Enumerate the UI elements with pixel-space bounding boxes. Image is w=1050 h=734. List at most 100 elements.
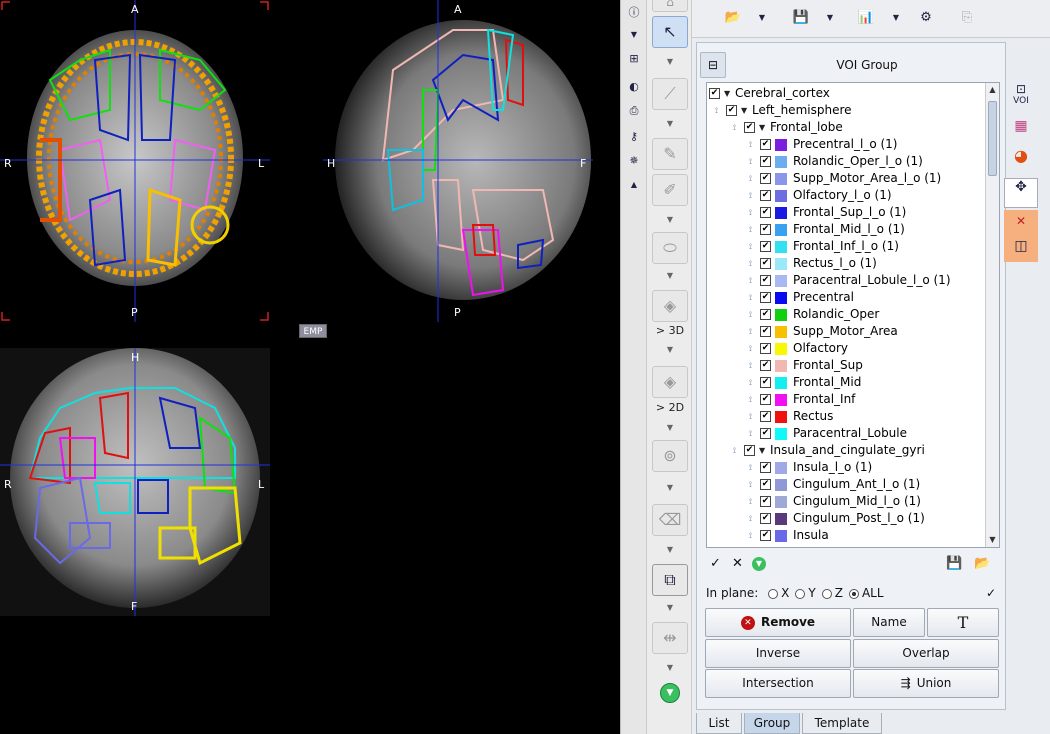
open-folder-icon[interactable]: 📂	[722, 8, 744, 28]
tree-voi-row[interactable]: ⟟ ✔ Olfactory	[749, 340, 848, 357]
expand-icon[interactable]: ▼	[752, 557, 766, 571]
tree-group-row[interactable]: ⟟ ✔ ▼ Left_hemisphere	[715, 102, 852, 119]
dropdown-arrow-icon[interactable]: ▼	[625, 26, 643, 44]
move-voi-icon[interactable]: ✥	[1004, 178, 1038, 208]
tree-voi-row[interactable]: ⟟ ✔ Frontal_Mid_l_o (1)	[749, 221, 905, 238]
eraser-options-arrow-icon[interactable]: ▼	[665, 546, 675, 554]
tab-list[interactable]: List	[696, 713, 742, 734]
plane-radio-z[interactable]: Z	[816, 586, 843, 600]
expand-down-icon[interactable]: ▼	[660, 683, 680, 703]
select-pointer-button[interactable]: ↖	[652, 16, 688, 48]
tree-checkbox[interactable]: ✔	[760, 258, 771, 269]
tree-checkbox[interactable]: ✔	[760, 326, 771, 337]
plane-radio-all[interactable]: ALL	[843, 586, 884, 600]
voi-tree[interactable]: ✔ ▼ Cerebral_cortex ⟟ ✔ ▼ Left_hemisphere ⟟ ✔ ▼ Fr…	[706, 82, 1000, 548]
plane-radio-y[interactable]: Y	[789, 586, 816, 600]
tree-checkbox[interactable]: ✔	[760, 139, 771, 150]
tree-checkbox[interactable]: ✔	[760, 156, 771, 167]
vertex-edit-button[interactable]: ⟋	[652, 78, 688, 110]
tree-checkbox[interactable]: ✔	[744, 122, 755, 133]
eraser-tool-button[interactable]: ⌫	[652, 504, 688, 536]
collapse-triangle-icon[interactable]: ▼	[724, 85, 733, 102]
group-hierarchy-icon[interactable]: ⊟	[700, 52, 726, 78]
tree-checkbox[interactable]: ✔	[760, 207, 771, 218]
tree-checkbox[interactable]: ✔	[760, 224, 771, 235]
tree-voi-row[interactable]: ⟟ ✔ Paracentral_Lobule	[749, 425, 907, 442]
tree-voi-row[interactable]: ⟟ ✔ Frontal_Inf_l_o (1)	[749, 238, 899, 255]
tree-voi-row[interactable]: ⟟ ✔ Precentral_l_o (1)	[749, 136, 897, 153]
color-wheel-icon[interactable]: ◕	[1004, 146, 1038, 176]
region-grow-button[interactable]: ⊚	[652, 440, 688, 472]
scroll-up-arrow-icon[interactable]: ▲	[986, 83, 999, 97]
tree-group-row[interactable]: ⟟ ✔ ▼ Frontal_lobe	[733, 119, 843, 136]
iso-3d-button[interactable]: ◈	[652, 290, 688, 322]
union-button[interactable]: ⇶ Union	[853, 669, 999, 698]
tree-group-row[interactable]: ⟟ ✔ ▼ Insula_and_cingulate_gyri	[733, 442, 925, 459]
brush-options-arrow-icon[interactable]: ▼	[665, 216, 675, 224]
tree-voi-row[interactable]: ⟟ ✔ Rectus_l_o (1)	[749, 255, 877, 272]
pipeline-icon[interactable]: ⚙	[914, 8, 938, 28]
coronal-view[interactable]: H F R L	[0, 348, 270, 616]
iso-3d-options-arrow-icon[interactable]: ▼	[665, 346, 675, 354]
tree-checkbox[interactable]: ✔	[726, 105, 737, 116]
tree-checkbox[interactable]: ✔	[760, 343, 771, 354]
tree-checkbox[interactable]: ✔	[760, 173, 771, 184]
tree-checkbox[interactable]: ✔	[760, 513, 771, 524]
region-grow-options-arrow-icon[interactable]: ▼	[665, 484, 675, 492]
delete-voi-icon[interactable]: ✕	[1004, 210, 1038, 232]
colormap-icon[interactable]: ▦	[1004, 118, 1038, 148]
tree-checkbox[interactable]: ✔	[760, 275, 771, 286]
load-group-icon[interactable]: 📂	[974, 556, 990, 571]
text-button[interactable]: T	[927, 608, 999, 637]
tree-voi-row[interactable]: ⟟ ✔ Frontal_Sup	[749, 357, 863, 374]
tree-voi-row[interactable]: ⟟ ✔ Cingulum_Mid_l_o (1)	[749, 493, 921, 510]
name-button[interactable]: Name	[853, 608, 925, 637]
statistics-icon[interactable]: 📊	[854, 8, 878, 28]
tree-voi-row[interactable]: ⟟ ✔ Precentral	[749, 289, 854, 306]
pen-tool-button[interactable]: ✎	[652, 138, 688, 170]
home-icon[interactable]: ⌂	[652, 0, 688, 12]
emp-badge[interactable]: EMP	[299, 324, 327, 338]
tree-checkbox[interactable]: ✔	[760, 530, 771, 541]
collapse-triangle-icon[interactable]: ▼	[759, 442, 768, 459]
collapse-triangle-icon[interactable]: ▼	[741, 102, 750, 119]
intersection-button[interactable]: Intersection	[705, 669, 851, 698]
tree-voi-row[interactable]: ⟟ ✔ Insula	[749, 527, 829, 544]
scroll-down-arrow-icon[interactable]: ▼	[986, 533, 999, 547]
tree-voi-row[interactable]: ⟟ ✔ Paracentral_Lobule_l_o (1)	[749, 272, 951, 289]
iso-2d-button[interactable]: ◈	[652, 366, 688, 398]
scroll-up-icon[interactable]: ▲	[625, 176, 643, 194]
tree-voi-row[interactable]: ⟟ ✔ Supp_Motor_Area	[749, 323, 898, 340]
info-icon[interactable]: ⓘ	[625, 4, 643, 22]
uncheck-all-icon[interactable]: ✕	[732, 556, 743, 571]
tree-voi-row[interactable]: ⟟ ✔ Cingulum_Post_l_o (1)	[749, 510, 925, 527]
tree-checkbox[interactable]: ✔	[760, 411, 771, 422]
axial-view[interactable]: A P R L	[0, 0, 270, 322]
tree-checkbox[interactable]: ✔	[760, 479, 771, 490]
tree-checkbox[interactable]: ✔	[760, 360, 771, 371]
overlap-button[interactable]: Overlap	[853, 639, 999, 668]
transform-options-arrow-icon[interactable]: ▼	[665, 664, 675, 672]
tree-scrollbar[interactable]: ▲ ▼	[985, 83, 999, 547]
scroll-thumb[interactable]	[988, 101, 997, 176]
collapse-triangle-icon[interactable]: ▼	[759, 119, 768, 136]
cube-3d-button[interactable]: ⧉	[652, 564, 688, 596]
iso-2d-options-arrow-icon[interactable]: ▼	[665, 424, 675, 432]
save-group-icon[interactable]: 💾	[946, 556, 962, 571]
plane-radio-x[interactable]: X	[762, 586, 789, 600]
inverse-button[interactable]: Inverse	[705, 639, 851, 668]
print-icon[interactable]: ⎙	[625, 102, 643, 120]
tree-voi-row[interactable]: ⟟ ✔ Rolandic_Oper	[749, 306, 879, 323]
voi-icon[interactable]: ⊡ VOI	[1004, 82, 1038, 112]
transform-tool-button[interactable]: ⇹	[652, 622, 688, 654]
tree-voi-row[interactable]: ⟟ ✔ Frontal_Sup_l_o (1)	[749, 204, 906, 221]
tree-voi-row[interactable]: ⟟ ✔ Rolandic_Oper_l_o (1)	[749, 153, 923, 170]
tree-checkbox[interactable]: ✔	[760, 394, 771, 405]
tree-voi-row[interactable]: ⟟ ✔ Supp_Motor_Area_l_o (1)	[749, 170, 941, 187]
tree-voi-row[interactable]: ⟟ ✔ Olfactory_l_o (1)	[749, 187, 892, 204]
tree-voi-row[interactable]: ⟟ ✔ Rectus	[749, 408, 833, 425]
ellipse-options-arrow-icon[interactable]: ▼	[665, 272, 675, 280]
tree-checkbox[interactable]: ✔	[744, 445, 755, 456]
key-icon[interactable]: ⚷	[625, 128, 643, 146]
check-all-icon[interactable]: ✓	[710, 556, 721, 571]
